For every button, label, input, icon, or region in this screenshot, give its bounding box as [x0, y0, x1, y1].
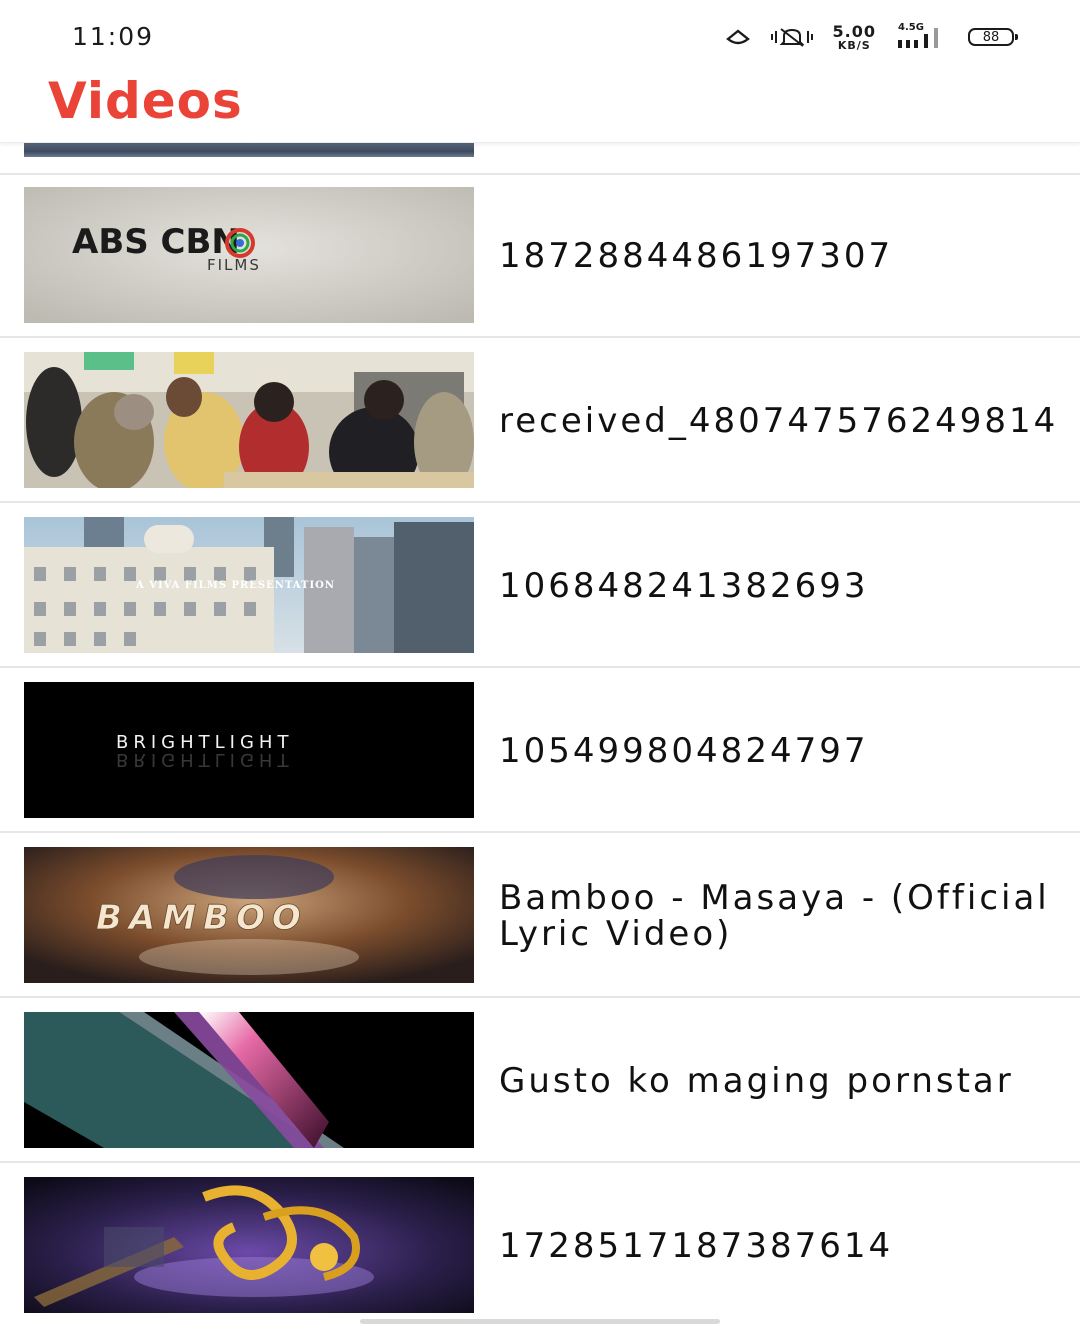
video-title: 106848241382693	[499, 565, 869, 606]
bamboo-logo: BAMBOO	[24, 847, 474, 983]
video-list-item[interactable]: ABS CBN FILMS 1872884486197307	[0, 173, 1080, 338]
video-title: Gusto ko maging pornstar	[499, 1060, 1014, 1101]
battery-icon: 88	[968, 28, 1018, 46]
video-thumbnail: BRIGHTLIGHT BRIGHTLIGHT	[24, 682, 474, 818]
network-type: 4.5G	[898, 22, 924, 33]
video-list-item[interactable]: 1728517187387614	[0, 1163, 1080, 1315]
group-of-people-photo	[24, 352, 474, 488]
thumb-caption-text: A VIVA FILMS PRESENTATION	[135, 580, 335, 591]
video-title: received_480747576249814	[499, 400, 1059, 441]
thumb-logo-subtext: FILMS	[207, 256, 261, 274]
video-thumbnail: BAMBOO	[24, 847, 474, 983]
network-speed: 5.00 KB/S	[832, 21, 876, 52]
brightlight-logo: BRIGHTLIGHT BRIGHTLIGHT	[24, 682, 474, 818]
battery-level: 88	[982, 29, 1000, 45]
city-buildings-photo: A VIVA FILMS PRESENTATION	[24, 517, 474, 653]
status-time: 11:09	[72, 22, 155, 51]
video-list-item[interactable]: BAMBOO Bamboo - Masaya - (Official Lyric…	[0, 833, 1080, 998]
video-title: 1728517187387614	[499, 1225, 894, 1266]
golden-trophy-logo	[24, 1177, 474, 1313]
video-thumbnail	[24, 352, 474, 488]
thumb-logo-text: BAMBOO	[96, 898, 308, 938]
app-header: Videos	[0, 72, 1080, 143]
network-speed-value: 5.00	[832, 21, 876, 41]
signal-strength: 4.5G	[894, 22, 950, 50]
video-thumbnail	[24, 1012, 474, 1148]
video-thumbnail: A VIVA FILMS PRESENTATION	[24, 517, 474, 653]
gesture-nav-handle[interactable]	[360, 1319, 720, 1324]
list-item-partial[interactable]	[0, 143, 1080, 175]
video-list-item[interactable]: Gusto ko maging pornstar	[0, 998, 1080, 1163]
video-title: Bamboo - Masaya - (Official Lyric Video)	[499, 877, 1050, 954]
status-bar: 11:09 5.00 KB/S 4.5G 88	[0, 0, 1080, 72]
video-thumbnail: ABS CBN FILMS	[24, 187, 474, 323]
status-icons: 5.00 KB/S 4.5G 88	[725, 20, 1018, 54]
thumb-logo-reflection: BRIGHTLIGHT	[116, 749, 293, 770]
hotspot-icon	[725, 29, 750, 45]
video-list-item[interactable]: A VIVA FILMS PRESENTATION 10684824138269…	[0, 503, 1080, 668]
abs-cbn-films-logo: ABS CBN FILMS	[24, 187, 474, 323]
video-list-item[interactable]: received_480747576249814	[0, 338, 1080, 503]
video-list[interactable]: ABS CBN FILMS 1872884486197307 received_…	[0, 143, 1080, 1315]
video-list-item[interactable]: BRIGHTLIGHT BRIGHTLIGHT 105499804824797	[0, 668, 1080, 833]
abstract-stripes	[24, 1012, 474, 1148]
video-thumbnail	[24, 1177, 474, 1313]
video-title: 105499804824797	[499, 730, 869, 771]
mute-bell-icon	[770, 28, 813, 47]
network-speed-unit: KB/S	[837, 38, 871, 52]
video-title: 1872884486197307	[499, 235, 894, 276]
video-thumbnail	[24, 143, 474, 157]
page-title: Videos	[48, 72, 243, 130]
